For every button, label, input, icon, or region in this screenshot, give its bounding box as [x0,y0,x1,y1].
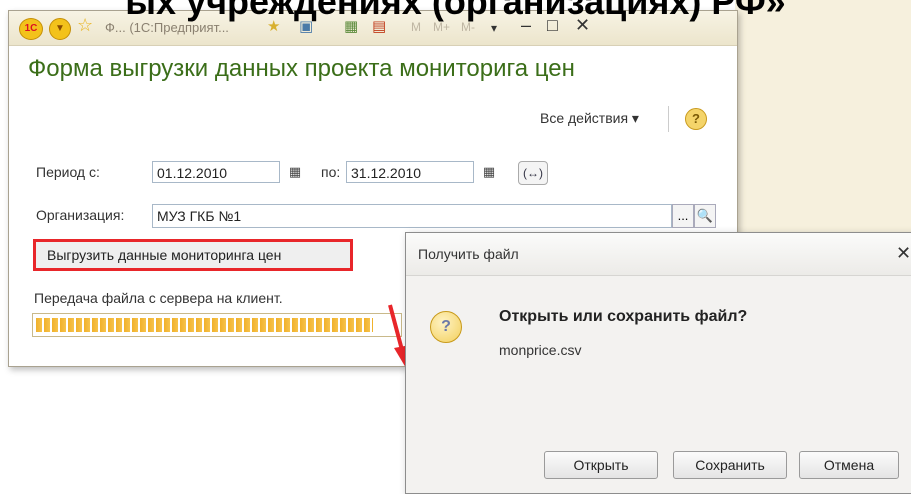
close-icon[interactable]: ✕ [896,243,911,264]
dialog-titlebar: Получить файл ✕ [406,233,911,276]
cancel-button[interactable]: Отмена [799,451,899,479]
file-name: monprice.csv [499,342,582,358]
question-icon: ? [430,311,462,343]
slide-title: ых учреждениях (организациях) РФ» [125,0,786,22]
save-button[interactable]: Сохранить [673,451,787,479]
get-file-dialog: Получить файл ✕ ? Открыть или сохранить … [405,232,911,494]
dialog-title: Получить файл [418,246,519,262]
open-button[interactable]: Открыть [544,451,658,479]
dialog-question: Открыть или сохранить файл? [499,308,748,325]
